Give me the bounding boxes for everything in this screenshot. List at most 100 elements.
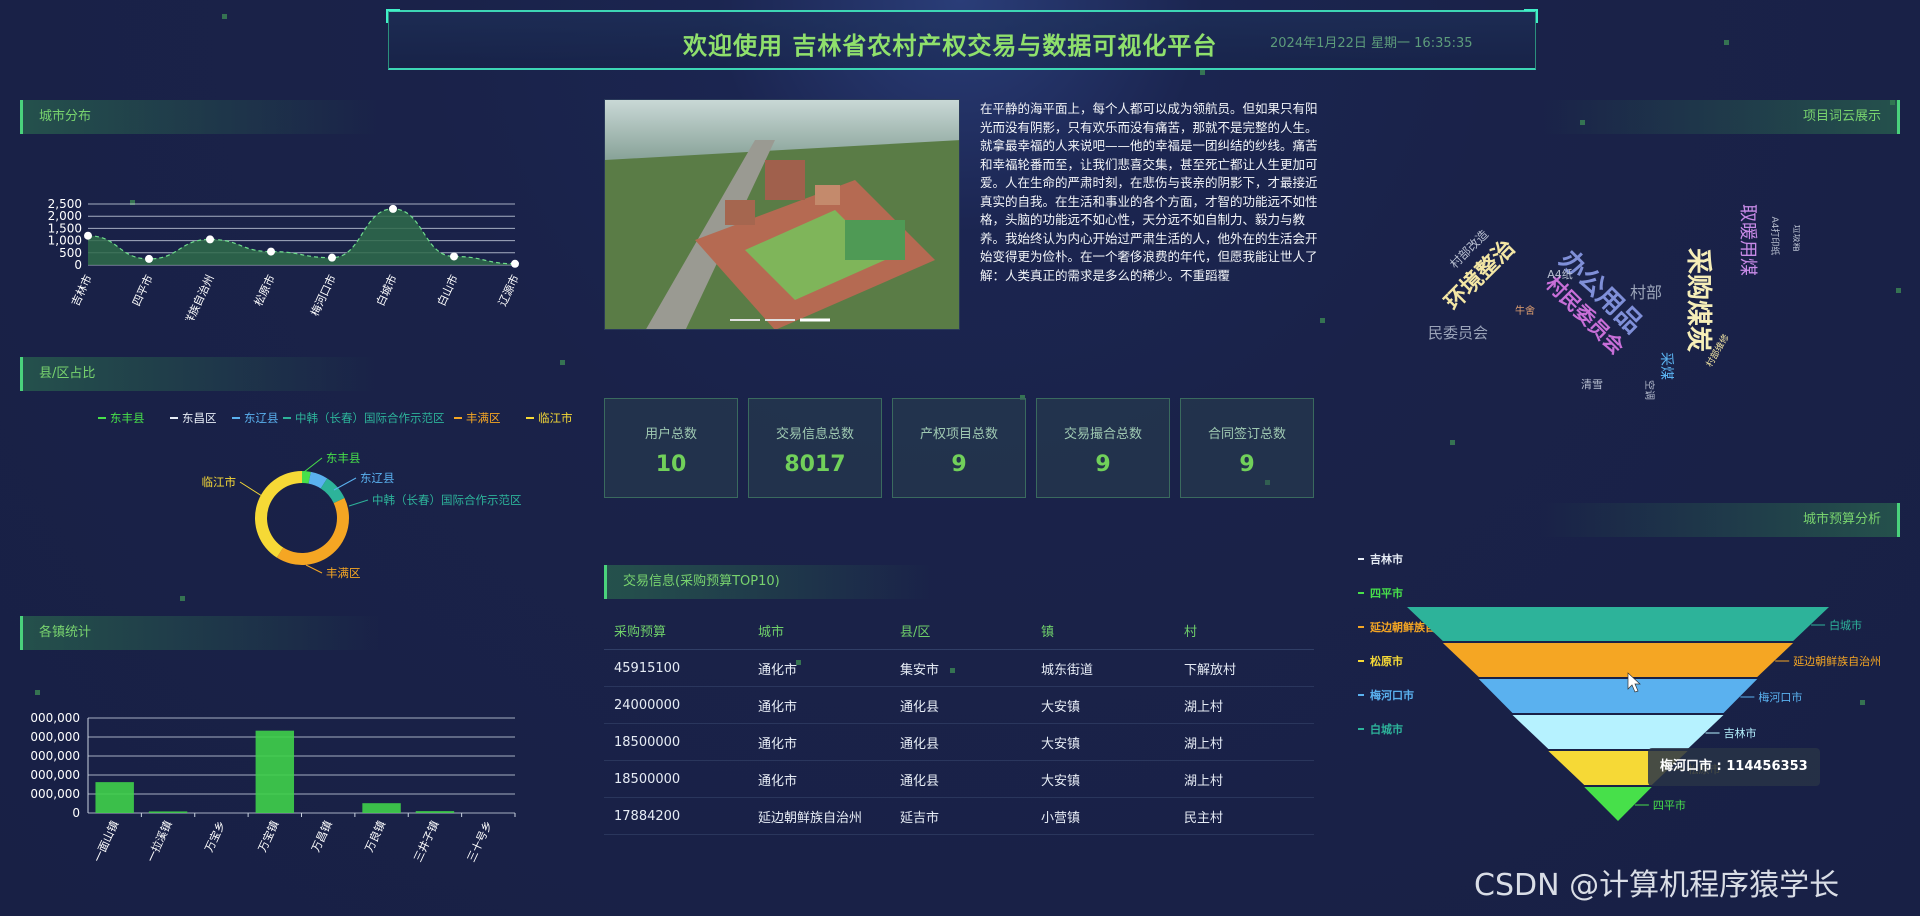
panel-title-county-share: 县/区占比 — [20, 357, 380, 391]
legend-label: 东丰县 — [110, 411, 145, 425]
panel-title-word-cloud: 项目词云展示 — [1540, 100, 1900, 134]
table-cell: 延边朝鲜族自治州 — [758, 810, 863, 826]
data-point — [450, 252, 458, 261]
stat-label: 产权项目总数 — [919, 427, 998, 442]
legend-label: 临江市 — [538, 411, 573, 425]
legend-label: 东昌区 — [182, 411, 217, 425]
pie-label: 东丰县 — [326, 451, 361, 465]
stat-card-contracts: 合同签订总数 9 — [1180, 398, 1314, 498]
data-point — [84, 231, 92, 240]
pie-label: 临江市 — [202, 475, 237, 489]
table-cell: 民主村 — [1184, 810, 1224, 826]
funnel-layer — [1442, 643, 1794, 677]
data-point — [389, 204, 397, 213]
legend-label: 中韩（长春）国际合作示范区 — [295, 411, 445, 425]
pie-label-leader — [239, 481, 263, 497]
panel-title-city-budget: 城市预算分析 — [1540, 503, 1900, 537]
x-tick-label: 白山市 — [434, 272, 461, 308]
word-cloud: 采购煤炭办公用品环境整治 村民委员会取暖用煤村部民委员会采煤村部改造A4纸牛舍清雪… — [1428, 204, 1800, 400]
x-tick-label: 白城市 — [373, 272, 400, 308]
stat-label: 合同签订总数 — [1207, 427, 1286, 442]
word-cloud-term: A4纸 — [1547, 268, 1573, 281]
x-tick-label: 一面山镇 — [90, 818, 121, 864]
table-row[interactable]: 24000000 通化市 通化县 大安镇 湖上村 — [604, 687, 1314, 724]
x-tick-label: 松原市 — [251, 272, 278, 308]
table-cell: 大安镇 — [1041, 773, 1081, 789]
table-row[interactable]: 18500000 通化市 通化县 大安镇 湖上村 — [604, 761, 1314, 798]
x-tick-label: 延边朝鲜族自治州 — [167, 272, 217, 320]
panel-title-town-stats: 各镇统计 — [20, 616, 380, 650]
trade-info-table: 采购预算 城市 县/区 镇 村 45915100 通化市 集安市 城东街道 下解… — [604, 612, 1314, 835]
table-cell: 通化县 — [900, 773, 940, 789]
word-cloud-term: A4打印纸 — [1769, 217, 1781, 256]
x-tick-label: 三井子镇 — [410, 818, 441, 864]
x-tick-label: 三十号乡 — [464, 818, 495, 864]
table-cell: 24000000 — [614, 697, 681, 713]
table-row[interactable]: 45915100 通化市 集安市 城东街道 下解放村 — [604, 650, 1314, 687]
y-tick-label: 000,000 — [30, 711, 80, 725]
table-row[interactable]: 17884200 延边朝鲜族自治州 延吉市 小营镇 民主村 — [604, 798, 1314, 835]
x-tick-label: 万昌镇 — [308, 818, 335, 854]
funnel-layer — [1584, 787, 1652, 821]
table-header-cell: 城市 — [758, 625, 785, 640]
table-cell: 湖上村 — [1184, 773, 1224, 789]
table-row[interactable]: 18500000 通化市 通化县 大安镇 湖上村 — [604, 724, 1314, 761]
table-cell: 城东街道 — [1041, 662, 1094, 678]
pie-label-leader — [333, 477, 357, 491]
x-tick-label: 吉林市 — [68, 272, 95, 308]
word-cloud-term: 采购煤炭 — [1683, 248, 1713, 352]
table-cell: 18500000 — [614, 771, 681, 787]
legend-label: 白城市 — [1370, 722, 1403, 736]
chart-tooltip: 梅河口市 : 114456353 — [1648, 748, 1820, 786]
town-stats-chart: 000,000 000,000 000,000 000,000 000,000 0 一面山镇… — [30, 711, 516, 864]
word-cloud-term: 民委员会 — [1428, 324, 1488, 342]
pie-slice — [254, 471, 302, 558]
campus-aerial-image — [604, 99, 960, 330]
table-cell: 湖上村 — [1184, 736, 1224, 752]
table-cell: 通化市 — [758, 773, 798, 789]
data-point — [145, 254, 153, 263]
funnel-label: 四平市 — [1653, 798, 1686, 812]
y-tick-label: 000,000 — [30, 787, 80, 801]
table-header-cell: 采购预算 — [614, 625, 667, 640]
y-tick-label: 000,000 — [30, 768, 80, 782]
table-header-cell: 村 — [1184, 625, 1198, 640]
panel-title-trade-info: 交易信息(采购预算TOP10) — [604, 565, 934, 599]
funnel-label: 吉林市 — [1724, 726, 1757, 740]
data-point — [206, 235, 214, 244]
city-distribution-chart: 2,5002,0001,5001,0005000吉林市 四平市 延边朝鲜族自治州 松原… — [48, 197, 522, 320]
stat-value: 10 — [655, 452, 687, 477]
bar — [415, 811, 455, 813]
funnel-label: 梅河口市 — [1758, 690, 1802, 704]
x-tick-label: 辽源市 — [495, 272, 522, 308]
table-cell: 延吉市 — [900, 810, 940, 826]
stat-card-users: 用户总数 10 — [604, 398, 738, 498]
table-cell: 17884200 — [614, 808, 681, 824]
table-header-cell: 镇 — [1041, 625, 1055, 640]
data-point — [328, 253, 336, 262]
county-share-chart: 东丰县 东昌区 东辽县 中韩（长春）国际合作示范区 丰满区 临江市东丰县东辽县中韩（长春）… — [98, 411, 573, 580]
legend-label: 四平市 — [1370, 586, 1403, 600]
table-cell: 湖上村 — [1184, 699, 1224, 715]
word-cloud-term: 取暖用煤 — [1737, 204, 1758, 276]
table-cell: 大安镇 — [1041, 699, 1081, 715]
table-cell: 大安镇 — [1041, 736, 1081, 752]
pie-label: 东辽县 — [360, 471, 395, 485]
stat-value: 9 — [951, 452, 967, 477]
word-cloud-term: 空调 — [1643, 380, 1656, 400]
stat-label: 用户总数 — [644, 427, 697, 442]
stat-label: 交易信息总数 — [775, 427, 854, 442]
pie-label: 丰满区 — [326, 566, 361, 580]
city-budget-funnel-chart: 吉林市四平市延边朝鲜族自治州松原市梅河口市白城市白城市延边朝鲜族自治州梅河口市吉… — [1358, 552, 1880, 821]
x-tick-label: 梅河口市 — [307, 272, 338, 318]
header-datetime: 2024年1月22日 星期一 16:35:35 — [1270, 36, 1473, 51]
legend-label: 吉林市 — [1370, 552, 1403, 566]
word-cloud-term: 垃圾箱 — [1791, 224, 1800, 251]
bar — [255, 730, 295, 813]
table-cell: 通化市 — [758, 699, 798, 715]
y-tick-label: 000,000 — [30, 749, 80, 763]
legend-label: 松原市 — [1370, 654, 1403, 668]
table-cell: 小营镇 — [1041, 810, 1081, 826]
pie-label: 中韩（长春）国际合作示范区 — [372, 493, 522, 507]
x-tick-label: 四平市 — [129, 272, 156, 308]
